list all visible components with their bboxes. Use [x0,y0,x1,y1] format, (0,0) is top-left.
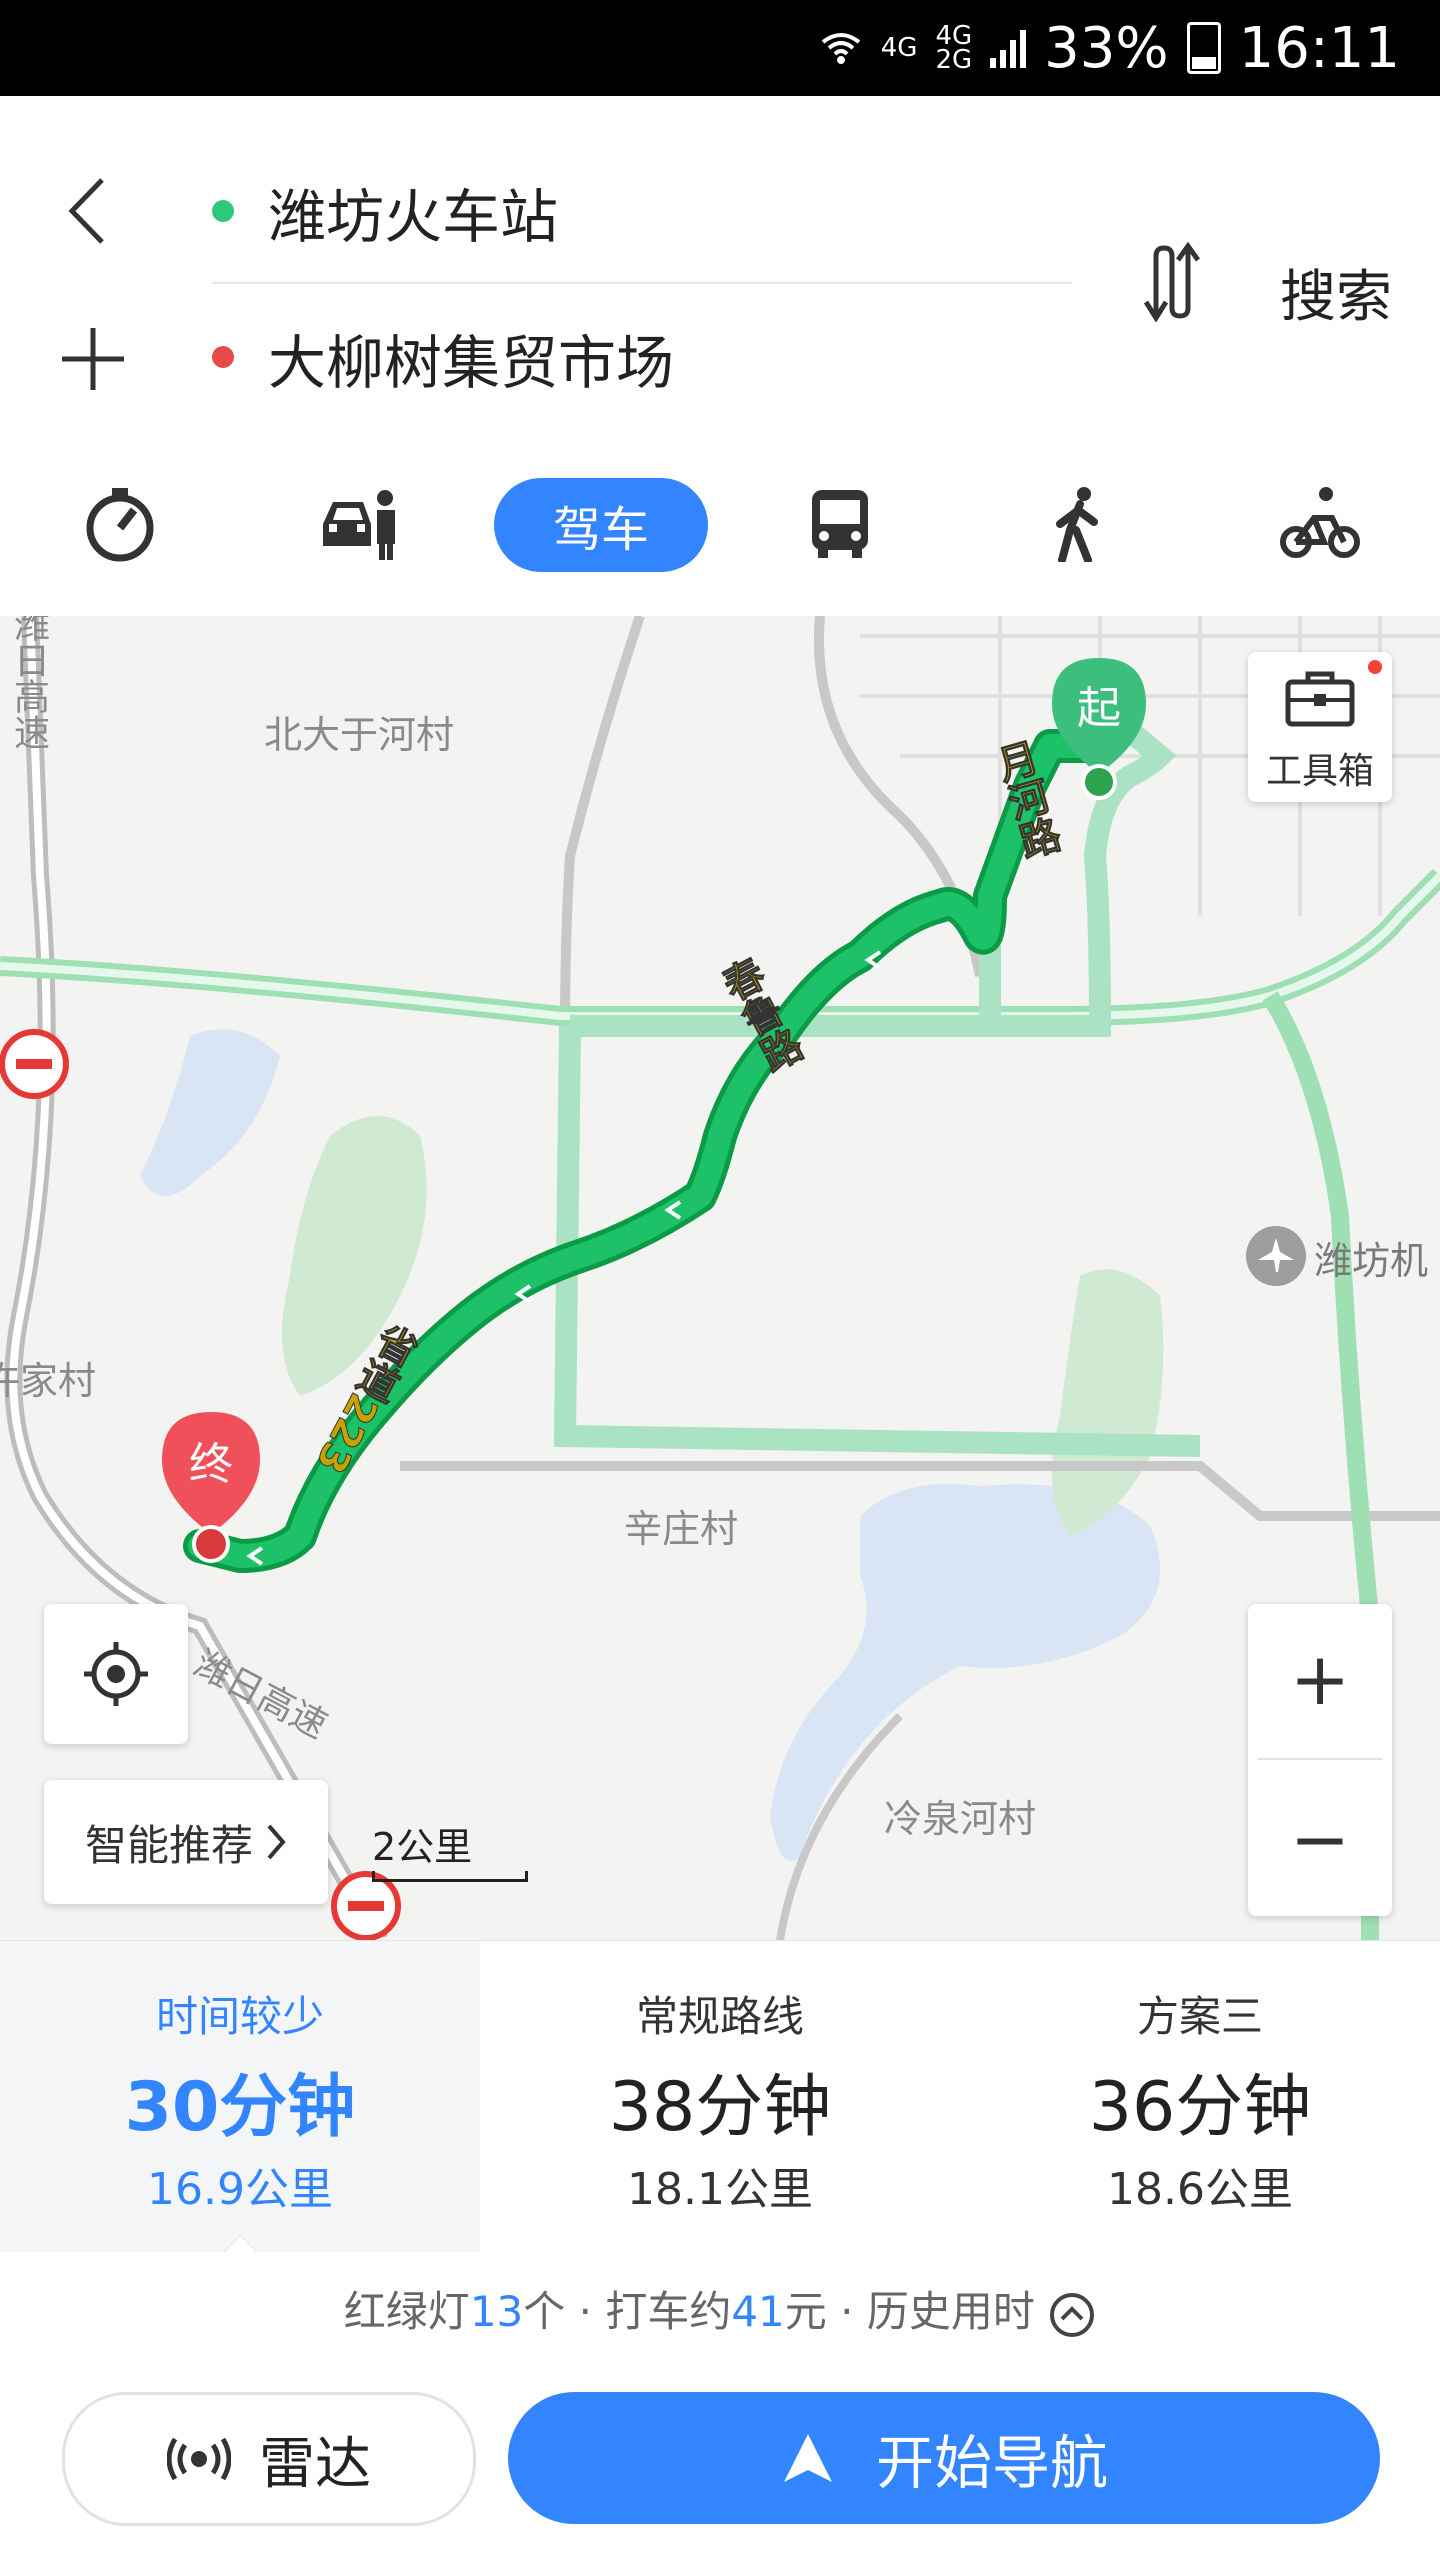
lights-count: 13 [469,2287,524,2336]
route-summary[interactable]: 红绿灯13个 · 打车约41元 · 历史用时 [0,2252,1440,2372]
no-entry-icon-west [0,1029,69,1099]
tab-bike[interactable] [1260,474,1380,574]
taxi-icon [323,490,395,560]
zoom-divider [1258,1758,1382,1760]
radar-label: 雷达 [259,2431,371,2497]
navigation-arrow-icon [783,2434,832,2482]
lights-prefix: 红绿灯 [343,2287,470,2336]
search-button[interactable]: 搜索 [1280,252,1392,333]
toolbox-badge [1368,660,1382,674]
scale-label: 2公里 [372,1825,473,1869]
lake-west [140,1029,280,1196]
tab-driving[interactable]: 驾车 [494,478,708,572]
map-canvas[interactable] [0,616,1440,1940]
toolbox-label: 工具箱 [1265,751,1374,792]
radar-button[interactable]: 雷达 [62,2392,476,2526]
label-leng-quan-he-cun: 冷泉河村 [884,1797,1037,1841]
route-option-2[interactable]: 常规路线 38分钟 18.1公里 [480,1941,960,2253]
toolbox-icon [1285,671,1355,727]
stopwatch-icon [86,488,154,562]
locate-icon [84,1642,148,1706]
walk-icon [1056,487,1098,562]
label-xu-jia-cun: 许家村 [0,1359,97,1403]
status-bar: 4G 4G 2G 33% 16:11 [0,0,1440,96]
start-marker[interactable]: 起 [1046,654,1152,804]
route-option-3[interactable]: 方案三 36分钟 18.6公里 [960,1941,1440,2253]
network-4g-label: 4G [880,33,918,63]
route-option-1[interactable]: 时间较少 30分钟 16.9公里 [0,1941,480,2271]
smart-recommend-button[interactable]: 智能推荐 [44,1780,328,1904]
no-entry-icon-south [331,1871,401,1940]
route-option-distance: 18.1公里 [627,2164,813,2215]
origin-dot [212,200,234,222]
toolbox-button[interactable]: 工具箱 [1248,652,1392,802]
bike-icon [1280,487,1360,558]
locate-button[interactable] [44,1604,188,1744]
origin-input[interactable]: 潍坊火车站 [268,170,558,254]
route-option-time: 36分钟 [1088,2068,1312,2147]
wifi-icon [821,33,860,64]
chevron-up-circle-icon[interactable] [1048,2291,1096,2339]
battery-icon [1186,22,1221,74]
zoom-in-button[interactable]: + [1248,1604,1392,1754]
end-marker[interactable]: 终 [156,1408,266,1568]
label-airport: 潍坊机 [1314,1239,1429,1283]
zoom-control: + − [1248,1604,1392,1916]
swap-icon[interactable] [1138,242,1212,322]
route-options: 时间较少 30分钟 16.9公里 常规路线 38分钟 18.1公里 方案三 36… [0,1940,1440,2271]
route-option-distance: 18.6公里 [1107,2164,1293,2215]
clock: 16:11 [1238,15,1400,81]
tab-taxi[interactable] [300,474,420,574]
smart-recommend-label: 智能推荐 [84,1820,253,1870]
bus-icon [812,490,868,558]
label-xin-zhuang-cun: 辛庄村 [624,1507,739,1551]
bottom-actions: 雷达 开始导航 [0,2372,1440,2560]
route-option-name: 时间较少 [155,1992,324,2041]
taxi-suffix: 元 · 历史用时 [784,2287,1035,2336]
map-view[interactable]: 北大于河村 许家村 辛庄村 冷泉河村 潍坊机 潍日高速 潍日高速 月河路 春鲁路… [0,616,1440,1940]
zoom-out-button[interactable]: − [1248,1762,1392,1916]
add-waypoint-icon[interactable] [58,324,128,394]
airport-icon [1246,1226,1306,1286]
destination-input[interactable]: 大柳树集贸市场 [268,316,674,400]
taxi-fare: 41 [731,2287,785,2336]
route-option-name: 常规路线 [635,1992,804,2041]
destination-dot [212,346,234,368]
start-navigation-label: 开始导航 [875,2429,1108,2497]
tab-bus[interactable] [780,474,900,574]
route-divider [212,282,1072,284]
label-bei-da-yu-he-cun: 北大于河村 [264,713,455,757]
tab-recommend[interactable] [60,474,180,574]
lights-suffix: 个 · 打车约 [523,2287,732,2336]
transport-tabs: 驾车 [0,456,1440,596]
label-highway-top: 潍日高速 [8,616,49,750]
start-navigation-button[interactable]: 开始导航 [508,2392,1380,2524]
network-4g-2g-label: 4G 2G [935,21,973,75]
park-east [1052,1269,1164,1536]
route-option-name: 方案三 [1136,1992,1263,2041]
route-option-time: 30分钟 [124,2068,356,2147]
tab-walk[interactable] [1020,474,1140,574]
scale-bar [372,1871,528,1882]
chevron-right-icon [267,1824,286,1860]
route-option-distance: 16.9公里 [147,2164,333,2215]
radar-icon [167,2437,231,2481]
route-option-time: 38分钟 [608,2068,832,2147]
map-scale: 2公里 [372,1816,528,1882]
signal-icon [990,30,1027,68]
back-icon[interactable] [64,176,110,246]
end-marker-label: 终 [189,1439,233,1490]
start-marker-label: 起 [1077,683,1121,734]
battery-percent: 33% [1044,15,1169,81]
route-header: 潍坊火车站 大柳树集贸市场 搜索 [0,96,1440,436]
